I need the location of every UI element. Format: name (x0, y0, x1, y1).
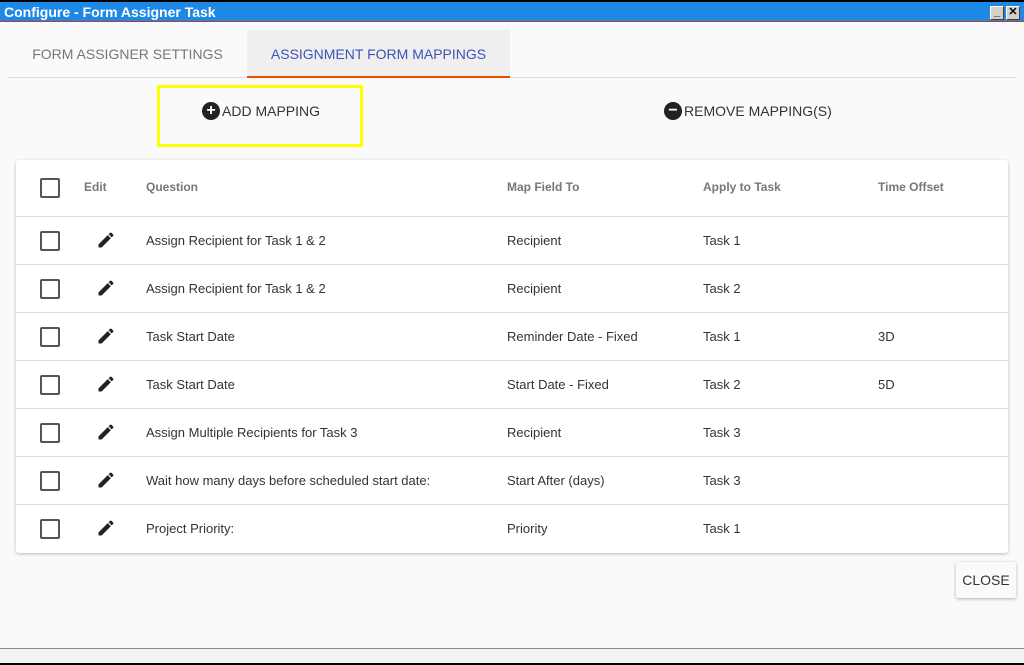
table-row: Assign Recipient for Task 1 & 2 Recipien… (16, 217, 1008, 265)
header-apply-task: Apply to Task (703, 180, 781, 194)
highlight-box (157, 85, 363, 147)
cell-apply-task: Task 2 (703, 377, 741, 392)
cell-question: Assign Multiple Recipients for Task 3 (146, 425, 358, 440)
row-checkbox[interactable] (40, 423, 60, 443)
cell-apply-task: Task 3 (703, 425, 741, 440)
cell-apply-task: Task 1 (703, 521, 741, 536)
cell-apply-task: Task 1 (703, 233, 741, 248)
minus-circle-icon: − (664, 102, 682, 120)
cell-question: Wait how many days before scheduled star… (146, 473, 431, 488)
table-row: Task Start Date Reminder Date - Fixed Ta… (16, 313, 1008, 361)
cell-time-offset: 3D (878, 329, 895, 344)
cell-question: Task Start Date (146, 329, 235, 344)
cell-time-offset: 5D (878, 377, 895, 392)
close-window-button[interactable]: ✕ (1006, 6, 1020, 20)
pencil-icon[interactable] (96, 278, 116, 298)
cell-map-field: Priority (507, 521, 548, 536)
table-row: Wait how many days before scheduled star… (16, 457, 1008, 505)
row-checkbox[interactable] (40, 231, 60, 251)
table-header: Edit Question Map Field To Apply to Task… (16, 160, 1008, 217)
row-checkbox[interactable] (40, 471, 60, 491)
pencil-icon[interactable] (96, 326, 116, 346)
table-row: Task Start Date Start Date - Fixed Task … (16, 361, 1008, 409)
table-row: Assign Recipient for Task 1 & 2 Recipien… (16, 265, 1008, 313)
tab-form-assigner-settings[interactable]: FORM ASSIGNER SETTINGS (8, 30, 247, 78)
row-checkbox[interactable] (40, 375, 60, 395)
cell-question: Assign Recipient for Task 1 & 2 (146, 281, 326, 296)
tab-assignment-form-mappings[interactable]: ASSIGNMENT FORM MAPPINGS (247, 30, 510, 78)
pencil-icon[interactable] (96, 422, 116, 442)
cell-question: Project Priority: (146, 521, 235, 536)
window-title: Configure - Form Assigner Task (4, 4, 216, 20)
cell-map-field: Reminder Date - Fixed (507, 329, 638, 344)
pencil-icon[interactable] (96, 518, 116, 538)
select-all-checkbox[interactable] (40, 178, 60, 198)
remove-mappings-label: REMOVE MAPPING(S) (684, 103, 832, 119)
remove-mappings-button[interactable]: − REMOVE MAPPING(S) (664, 102, 832, 120)
pencil-icon[interactable] (96, 470, 116, 490)
cell-question: Task Start Date (146, 377, 235, 392)
title-bar: Configure - Form Assigner Task _ ✕ (0, 2, 1024, 22)
dialog-window: Configure - Form Assigner Task _ ✕ FORM … (0, 2, 1024, 663)
close-button[interactable]: CLOSE (956, 562, 1016, 598)
cell-map-field: Recipient (507, 281, 562, 296)
header-time-offset: Time Offset (878, 180, 944, 194)
table-row: Project Priority: Priority Task 1 (16, 505, 1008, 553)
mappings-table: Edit Question Map Field To Apply to Task… (16, 160, 1008, 553)
table-row: Assign Multiple Recipients for Task 3 Re… (16, 409, 1008, 457)
cell-question: Assign Recipient for Task 1 & 2 (146, 233, 326, 248)
cell-apply-task: Task 3 (703, 473, 741, 488)
cell-apply-task: Task 2 (703, 281, 741, 296)
row-checkbox[interactable] (40, 279, 60, 299)
pencil-icon[interactable] (96, 374, 116, 394)
cell-map-field: Start Date - Fixed (507, 377, 609, 392)
header-edit: Edit (84, 180, 107, 194)
tab-bar: FORM ASSIGNER SETTINGS ASSIGNMENT FORM M… (8, 30, 1016, 78)
header-question: Question (146, 180, 199, 194)
row-checkbox[interactable] (40, 519, 60, 539)
cell-map-field: Recipient (507, 233, 562, 248)
cell-map-field: Recipient (507, 425, 562, 440)
cell-apply-task: Task 1 (703, 329, 741, 344)
row-checkbox[interactable] (40, 327, 60, 347)
status-bar (0, 648, 1024, 663)
cell-map-field: Start After (days) (507, 473, 605, 488)
pencil-icon[interactable] (96, 230, 116, 250)
minimize-button[interactable]: _ (990, 6, 1004, 20)
header-map-field: Map Field To (507, 180, 580, 194)
